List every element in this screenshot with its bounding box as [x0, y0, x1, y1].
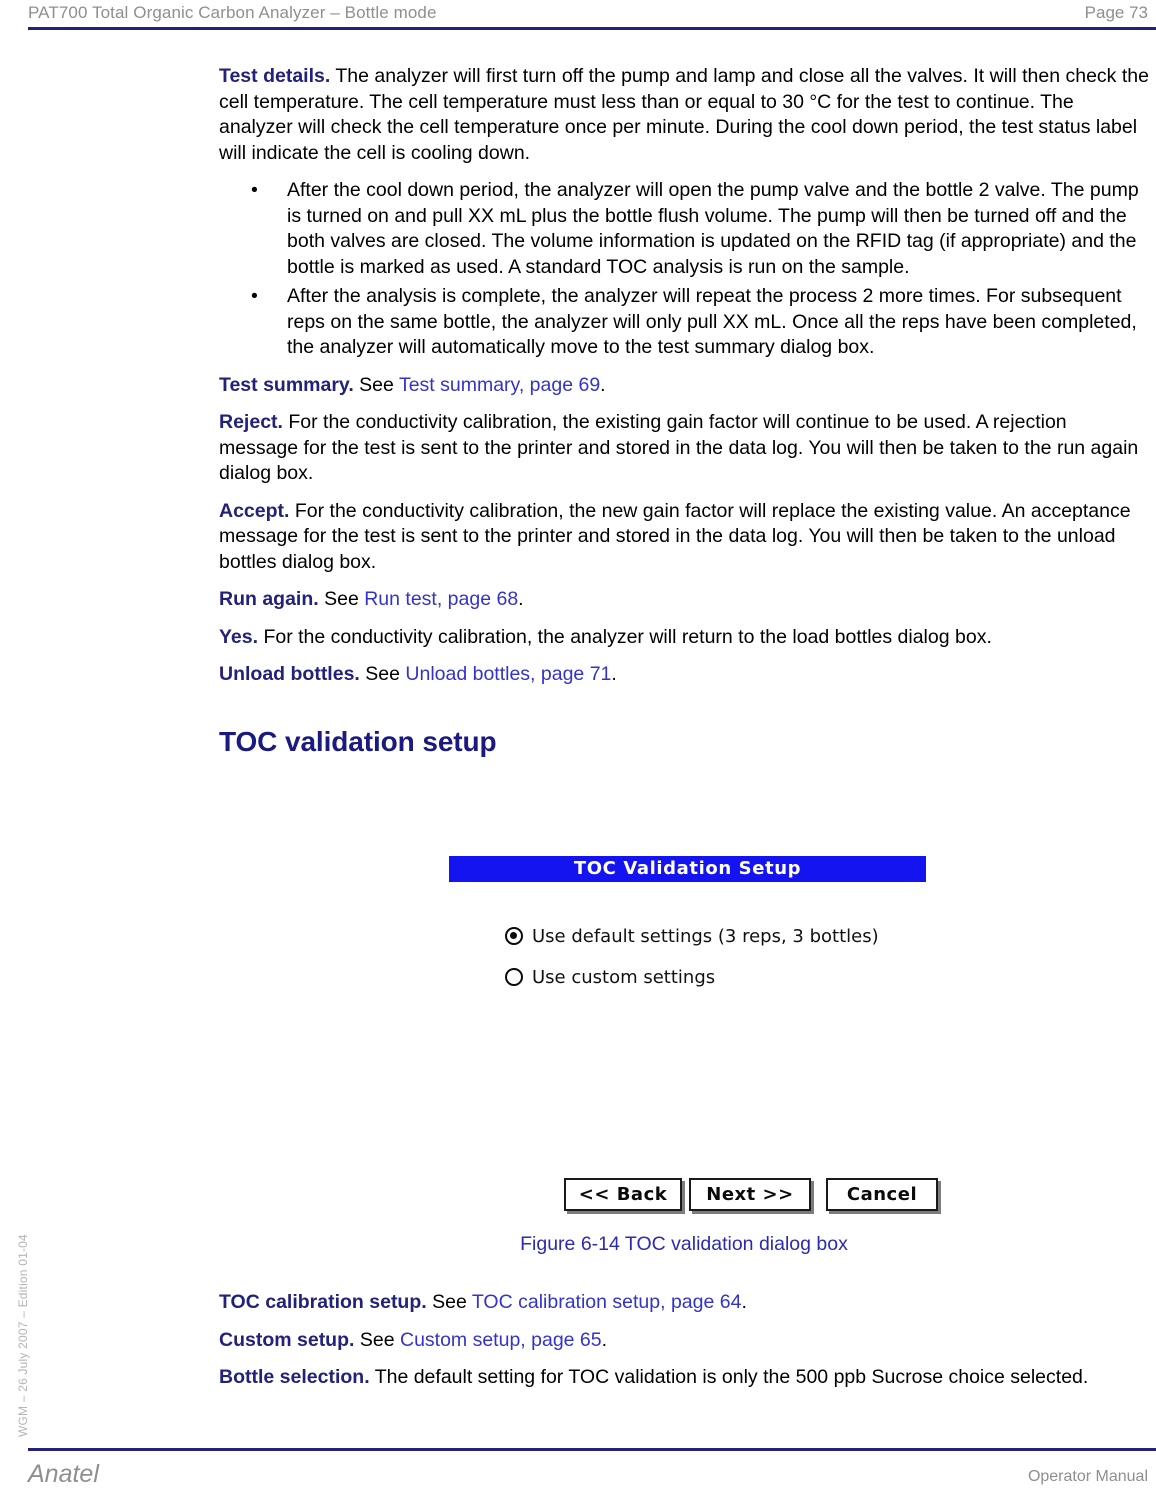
paragraph-accept: Accept. For the conductivity calibration… [219, 499, 1149, 576]
bullet-list: • After the cool down period, the analyz… [219, 178, 1149, 361]
page-title: TOC validation setup [219, 725, 497, 757]
paragraph-text-tail: . [611, 663, 617, 685]
paragraph-reject: Reject. For the conductivity calibration… [219, 410, 1149, 487]
list-item-text: After the analysis is complete, the anal… [287, 285, 1137, 358]
paragraph-lead-label: Accept. [219, 499, 290, 522]
header-page-number: Page 73 [1084, 3, 1148, 22]
paragraph-text-tail: . [600, 373, 606, 396]
next-button[interactable]: Next >> [689, 1178, 811, 1211]
list-item-text: After the cool down period, the analyzer… [287, 179, 1139, 278]
list-item: • After the cool down period, the analyz… [219, 178, 1149, 280]
radio-option-use-custom-settings[interactable]: Use custom settings [505, 967, 715, 989]
radio-option-label: Use custom settings [532, 967, 716, 988]
header-document-title: PAT700 Total Organic Carbon Analyzer – B… [28, 3, 437, 22]
paragraph-text: See [353, 373, 399, 396]
paragraph-lead-label: Custom setup. [219, 1328, 355, 1351]
bullet-dot-icon: • [251, 179, 258, 201]
footer-brand-logo: Anatel [28, 1460, 99, 1488]
footer-manual-label: Operator Manual [1027, 1468, 1148, 1485]
figure-toc-validation-dialog: TOC Validation Setup Use default setting… [219, 848, 1149, 1238]
paragraph-lead-label: Bottle selection. [219, 1366, 370, 1388]
paragraph-lead-label: Unload bottles. [219, 663, 360, 685]
dialog-screenshot: TOC Validation Setup Use default setting… [219, 848, 1149, 1238]
radio-button-selected-icon[interactable] [505, 927, 523, 945]
paragraph-test-summary: Test summary. See Test summary, page 69. [219, 373, 1149, 399]
paragraph-run-again: Run again. See Run test, page 68. [219, 587, 1149, 613]
paragraph-lead-label: TOC calibration setup. [219, 1291, 427, 1313]
main-content-tail: TOC calibration setup. See TOC calibrati… [219, 1290, 1149, 1403]
cancel-button[interactable]: Cancel [826, 1178, 938, 1211]
paragraph-text-tail: . [741, 1291, 747, 1313]
paragraph-text: For the conductivity calibration, the an… [258, 625, 992, 648]
paragraph-custom-setup: Custom setup. See Custom setup, page 65. [219, 1328, 1149, 1354]
paragraph-unload-bottles: Unload bottles. See Unload bottles, page… [219, 662, 1149, 688]
paragraph-text: For the conductivity calibration, the ne… [219, 499, 1131, 573]
main-content: Test details. The analyzer will first tu… [219, 64, 1149, 758]
paragraph-text: See [354, 1328, 400, 1351]
list-item: • After the analysis is complete, the an… [219, 284, 1149, 361]
paragraph-text: See [426, 1291, 472, 1313]
paragraph-lead-label: Yes. [219, 625, 259, 648]
paragraph-lead-label: Test details. [219, 65, 331, 87]
paragraph-text-tail: . [518, 588, 524, 610]
paragraph-lead-label: Run again. [219, 588, 319, 610]
cross-reference-link[interactable]: Unload bottles, page 71 [405, 663, 611, 685]
paragraph-test-details: Test details. The analyzer will first tu… [219, 64, 1149, 166]
paragraph-text: See [318, 588, 365, 610]
radio-button-unselected-icon[interactable] [505, 968, 523, 986]
paragraph-text: See [359, 663, 406, 685]
header-divider-rule [28, 27, 1156, 30]
radio-option-use-default-settings[interactable]: Use default settings (3 reps, 3 bottles) [505, 926, 879, 948]
figure-caption: Figure 6-14 TOC validation dialog box [520, 1233, 848, 1255]
spine-edition-text: WGM – 26 July 2007 – Edition 01-04 [16, 1234, 30, 1437]
cross-reference-link[interactable]: TOC calibration setup, page 64 [472, 1291, 742, 1313]
radio-option-label: Use default settings (3 reps, 3 bottles) [532, 926, 879, 947]
paragraph-text: For the conductivity calibration, the ex… [219, 411, 1139, 484]
paragraph-lead-label: Reject. [219, 411, 283, 433]
paragraph-toc-calibration-setup: TOC calibration setup. See TOC calibrati… [219, 1290, 1149, 1316]
dialog-title-bar: TOC Validation Setup [449, 856, 926, 882]
footer-divider-rule [28, 1448, 1156, 1451]
paragraph-yes: Yes. For the conductivity calibration, t… [219, 625, 1149, 651]
bullet-dot-icon: • [251, 285, 258, 307]
cross-reference-link[interactable]: Custom setup, page 65 [400, 1329, 602, 1351]
paragraph-text-tail: . [601, 1328, 608, 1351]
paragraph-lead-label: Test summary. [219, 373, 354, 396]
paragraph-text: The default setting for TOC validation i… [369, 1366, 1089, 1388]
paragraph-text: The analyzer will first turn off the pum… [219, 65, 1149, 164]
cross-reference-link[interactable]: Run test, page 68 [364, 588, 518, 610]
back-button[interactable]: << Back [564, 1178, 682, 1211]
paragraph-bottle-selection: Bottle selection. The default setting fo… [219, 1365, 1149, 1391]
cross-reference-link[interactable]: Test summary, page 69 [399, 374, 600, 396]
page-footer: Anatel Operator Manual [0, 1460, 1156, 1495]
